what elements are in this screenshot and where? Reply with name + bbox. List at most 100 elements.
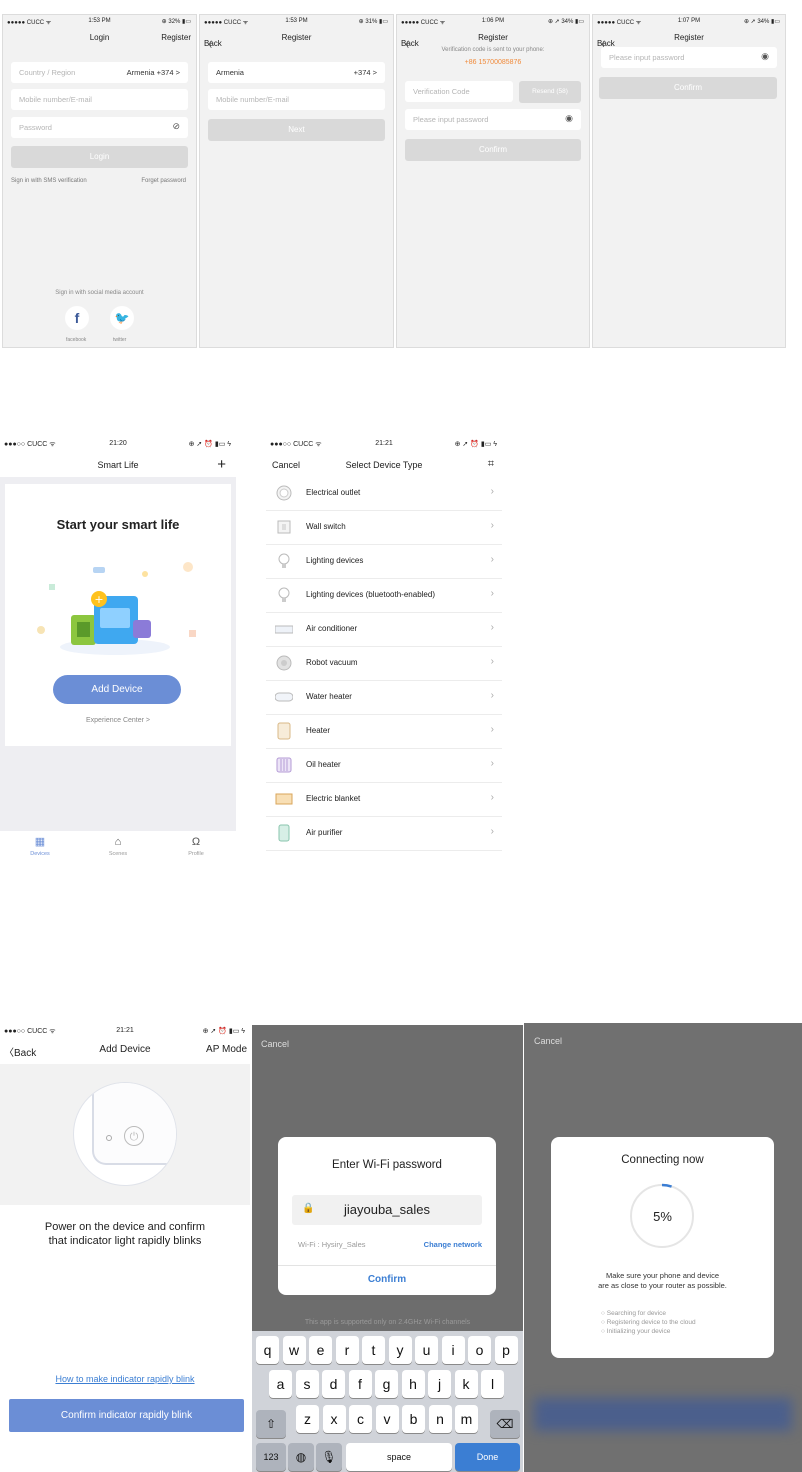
list-item-wall-switch[interactable]: Wall switch ›: [266, 511, 502, 545]
shift-key[interactable]: ⇧: [256, 1410, 286, 1438]
change-network-link[interactable]: Change network: [424, 1240, 482, 1249]
delete-key[interactable]: ⌫: [490, 1410, 520, 1438]
wifi-password-input[interactable]: 🔒 jiayouba_sales: [292, 1195, 482, 1225]
key-b[interactable]: b: [402, 1405, 425, 1433]
key-p[interactable]: p: [494, 1336, 518, 1364]
key-t[interactable]: t: [362, 1336, 385, 1364]
country-field[interactable]: Country / Region Armenia +374 >: [11, 62, 188, 83]
tab-profile[interactable]: Ω Profile: [176, 837, 216, 858]
key-v[interactable]: v: [375, 1405, 399, 1433]
twitter-icon: 🐦: [114, 311, 130, 325]
connecting-screen: Cancel Connecting now 5% Make sure your …: [524, 1023, 802, 1472]
next-button[interactable]: Next: [208, 119, 385, 141]
add-icon[interactable]: +: [217, 456, 226, 473]
page-title: Smart Life: [97, 460, 139, 470]
cancel-button[interactable]: Cancel: [534, 1036, 562, 1046]
login-button[interactable]: Login: [11, 146, 188, 168]
key-x[interactable]: x: [322, 1405, 346, 1433]
progress-steps: ○ Searching for device ○ Registering dev…: [601, 1309, 696, 1336]
list-item-oil-heater[interactable]: Oil heater ›: [266, 749, 502, 783]
eye-icon[interactable]: ◉: [565, 113, 573, 124]
cancel-button[interactable]: Cancel: [261, 1039, 289, 1049]
status-bar: ●●●●● CUCC ᯤ 1:53 PM ⊕ 32% ▮▭: [7, 18, 191, 26]
key-o[interactable]: o: [468, 1336, 491, 1364]
confirm-button[interactable]: Confirm: [405, 139, 581, 161]
dialog-title: Enter Wi-Fi password: [332, 1159, 442, 1171]
key-j[interactable]: j: [428, 1370, 451, 1398]
scan-icon[interactable]: ⌗: [488, 458, 494, 471]
key-u[interactable]: u: [415, 1336, 438, 1364]
key-e[interactable]: e: [309, 1336, 332, 1364]
list-item-air-conditioner[interactable]: Air conditioner ›: [266, 613, 502, 647]
experience-center-link[interactable]: Experience Center >: [5, 717, 231, 724]
tab-bar: ▦ Devices ⌂ Scenes Ω Profile: [0, 831, 236, 863]
list-item-lighting[interactable]: Lighting devices ›: [266, 545, 502, 579]
list-item-robot-vacuum[interactable]: Robot vacuum ›: [266, 647, 502, 681]
help-link[interactable]: How to make indicator rapidly blink: [0, 1374, 250, 1384]
confirm-blink-button[interactable]: Confirm indicator rapidly blink: [9, 1399, 244, 1432]
list-item-electric-blanket[interactable]: Electric blanket ›: [266, 783, 502, 817]
eye-off-icon[interactable]: ⊘: [172, 121, 180, 132]
list-item-air-purifier[interactable]: Air purifier ›: [266, 817, 502, 851]
ap-mode-button[interactable]: AP Mode: [206, 1044, 247, 1055]
list-item-lighting-bluetooth[interactable]: Lighting devices (bluetooth-enabled) ›: [266, 579, 502, 613]
twitter-button[interactable]: 🐦: [110, 306, 134, 330]
home-icon: ⌂: [114, 836, 122, 848]
microphone-key[interactable]: 🎙: [316, 1443, 342, 1471]
tab-devices[interactable]: ▦ Devices: [20, 837, 60, 858]
numbers-key[interactable]: 123: [256, 1443, 286, 1471]
key-h[interactable]: h: [401, 1370, 425, 1398]
bulb-icon: [278, 553, 290, 568]
register-link[interactable]: Register: [161, 33, 191, 42]
forgot-password-link[interactable]: Forget password: [141, 178, 186, 184]
list-item-heater[interactable]: Heater ›: [266, 715, 502, 749]
key-q[interactable]: q: [256, 1336, 279, 1364]
confirm-button[interactable]: Confirm: [278, 1274, 496, 1285]
key-f[interactable]: f: [348, 1370, 372, 1398]
twitter-label: twitter: [113, 337, 127, 343]
svg-text:+: +: [94, 593, 103, 606]
key-a[interactable]: a: [269, 1370, 292, 1398]
key-d[interactable]: d: [322, 1370, 345, 1398]
done-key[interactable]: Done: [455, 1443, 520, 1471]
key-r[interactable]: r: [335, 1336, 359, 1364]
sms-login-link[interactable]: Sign in with SMS verification: [11, 178, 87, 184]
key-i[interactable]: i: [441, 1336, 465, 1364]
key-l[interactable]: l: [481, 1370, 504, 1398]
add-device-screen: ●●●○○ CUCC ᯤ 21:21 ⊕ ➚ ⏰ ▮▭ ϟ 〈Back Add …: [0, 1024, 250, 1472]
key-w[interactable]: w: [282, 1336, 306, 1364]
key-s[interactable]: s: [295, 1370, 319, 1398]
key-z[interactable]: z: [296, 1405, 319, 1433]
mobile-field[interactable]: Mobile number/E-mail: [208, 89, 385, 110]
globe-key[interactable]: ◍: [288, 1443, 314, 1471]
key-c[interactable]: c: [349, 1405, 372, 1433]
list-item-electrical-outlet[interactable]: Electrical outlet ›: [266, 477, 502, 511]
power-icon: ⏻: [124, 1126, 144, 1146]
key-y[interactable]: y: [388, 1336, 412, 1364]
list-item-water-heater[interactable]: Water heater ›: [266, 681, 502, 715]
key-n[interactable]: n: [428, 1405, 452, 1433]
nav-bar: Cancel Select Device Type ⌗: [266, 453, 502, 477]
confirm-button[interactable]: Confirm: [599, 77, 777, 99]
page-title: Register: [281, 33, 312, 42]
wifi-password-screen: Cancel Enter Wi-Fi password 🔒 jiayouba_s…: [252, 1025, 523, 1472]
country-field[interactable]: Armenia +374 >: [208, 62, 385, 83]
add-device-button[interactable]: Add Device: [53, 675, 181, 704]
phone-number: +86 15700085876: [464, 59, 522, 66]
resend-button[interactable]: Resend (58): [519, 81, 581, 103]
verification-code-field[interactable]: Verification Code: [405, 81, 513, 102]
password-field[interactable]: Password ⊘: [11, 117, 188, 138]
password-field[interactable]: Please input password ◉: [601, 47, 777, 68]
key-k[interactable]: k: [454, 1370, 478, 1398]
mobile-field[interactable]: Mobile number/E-mail: [11, 89, 188, 110]
tab-scenes[interactable]: ⌂ Scenes: [98, 836, 138, 858]
key-m[interactable]: m: [455, 1405, 478, 1433]
eye-icon[interactable]: ◉: [761, 51, 769, 62]
password-field[interactable]: Please input password ◉: [405, 109, 581, 130]
facebook-button[interactable]: f: [65, 306, 89, 330]
nav-bar: 〈Back Add Device AP Mode: [0, 1040, 250, 1064]
space-key[interactable]: space: [346, 1443, 452, 1471]
status-bar: ●●●○○ CUCC ᯤ 21:21 ⊕ ➚ ⏰ ▮▭ ϟ: [270, 440, 497, 448]
robot-vacuum-icon: [276, 655, 292, 671]
key-g[interactable]: g: [375, 1370, 398, 1398]
